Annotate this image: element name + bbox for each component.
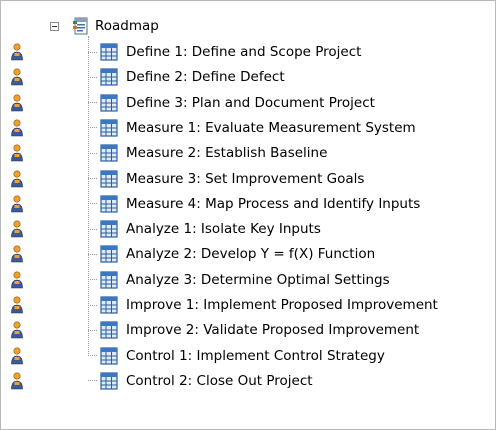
table-grid-icon: [100, 321, 118, 339]
tree-item-label: Measure 1: Evaluate Measurement System: [126, 119, 416, 136]
person-icon[interactable]: [10, 195, 24, 213]
minus-expander-icon[interactable]: [50, 21, 59, 31]
person-icon[interactable]: [10, 220, 24, 238]
tree-connector: [88, 304, 97, 306]
tree-item-label: Control 1: Implement Control Strategy: [126, 347, 385, 364]
person-icon[interactable]: [10, 144, 24, 162]
tree-connector: [88, 51, 97, 53]
tree-root-label: Roadmap: [95, 18, 159, 34]
tree-item-label: Define 1: Define and Scope Project: [126, 44, 362, 60]
tree-item[interactable]: Analyze 3: Determine Optimal Settings: [88, 268, 390, 292]
tree-connector: [88, 152, 97, 154]
table-grid-icon: [100, 144, 118, 162]
table-grid-icon: [100, 169, 118, 188]
tree-item-label: Analyze 2: Develop Y = f(X) Function: [126, 246, 376, 263]
tree-item-label: Measure 4: Map Process and Identify Inpu…: [126, 195, 421, 212]
tree-connector: [88, 279, 97, 281]
roadmap-document-icon: [73, 17, 88, 35]
person-icon[interactable]: [10, 119, 24, 137]
person-icon[interactable]: [10, 321, 24, 339]
tree-item[interactable]: Measure 1: Evaluate Measurement System: [88, 116, 416, 140]
table-grid-icon: [100, 271, 118, 289]
tree-connector: [88, 228, 97, 230]
tree-item-label: Define 3: Plan and Document Project: [126, 94, 375, 111]
tree-connector: [88, 355, 97, 357]
table-grid-icon: [100, 296, 118, 314]
person-icon[interactable]: [10, 245, 24, 263]
table-grid-icon: [100, 93, 118, 112]
tree-item[interactable]: Define 1: Define and Scope Project: [88, 40, 361, 64]
tree-item[interactable]: Measure 2: Establish Baseline: [88, 141, 327, 165]
tree-item[interactable]: Control 2: Close Out Project: [88, 369, 313, 393]
person-icon[interactable]: [10, 68, 24, 86]
tree-item-label: Improve 2: Validate Proposed Improvement: [126, 322, 420, 339]
tree-item[interactable]: Define 3: Plan and Document Project: [88, 91, 375, 115]
table-grid-icon: [100, 68, 118, 86]
tree-connector: [88, 76, 97, 78]
tree-connector: [88, 253, 97, 255]
tree-item-label: Improve 1: Implement Proposed Improvemen…: [126, 297, 438, 313]
tree-item-label: Control 2: Close Out Project: [126, 372, 313, 389]
tree-connector: [88, 203, 97, 205]
tree-item[interactable]: Define 2: Define Defect: [88, 65, 285, 89]
table-grid-icon: [100, 372, 118, 390]
tree-connector: [88, 178, 97, 179]
tree-item[interactable]: Measure 4: Map Process and Identify Inpu…: [88, 192, 420, 216]
tree-item-label: Analyze 1: Isolate Key Inputs: [126, 221, 321, 238]
table-grid-icon: [100, 43, 118, 61]
tree-connector: [88, 127, 97, 129]
tree-connector: [88, 102, 97, 104]
tree-item[interactable]: Improve 2: Validate Proposed Improvement: [88, 318, 419, 342]
tree-item[interactable]: Improve 1: Implement Proposed Improvemen…: [88, 293, 438, 317]
tree-item[interactable]: Measure 3: Set Improvement Goals: [88, 167, 364, 191]
tree-item[interactable]: Analyze 2: Develop Y = f(X) Function: [88, 242, 375, 266]
person-icon[interactable]: [10, 169, 24, 188]
tree-item-label: Analyze 3: Determine Optimal Settings: [126, 271, 390, 288]
table-grid-icon: [100, 346, 118, 365]
tree-connector: [88, 380, 97, 382]
tree-item-label: Define 2: Define Defect: [126, 69, 285, 86]
table-grid-icon: [100, 195, 118, 213]
roadmap-tree-panel: Roadmap Define 1: Define and Scope Proje…: [0, 0, 496, 430]
person-icon[interactable]: [10, 43, 24, 61]
tree-root-roadmap[interactable]: Roadmap: [50, 16, 159, 36]
tree-item[interactable]: Control 1: Implement Control Strategy: [88, 344, 385, 368]
tree-item-label: Measure 3: Set Improvement Goals: [126, 170, 365, 187]
tree-item[interactable]: Analyze 1: Isolate Key Inputs: [88, 217, 321, 241]
person-icon[interactable]: [10, 372, 24, 390]
table-grid-icon: [100, 119, 118, 137]
tree-connector: [88, 329, 97, 331]
table-grid-icon: [100, 220, 118, 238]
person-icon[interactable]: [10, 347, 24, 365]
person-icon[interactable]: [10, 94, 24, 112]
tree-item-label: Measure 2: Establish Baseline: [126, 145, 328, 162]
person-icon[interactable]: [10, 271, 24, 289]
table-grid-icon: [100, 245, 118, 263]
person-icon[interactable]: [10, 296, 24, 314]
